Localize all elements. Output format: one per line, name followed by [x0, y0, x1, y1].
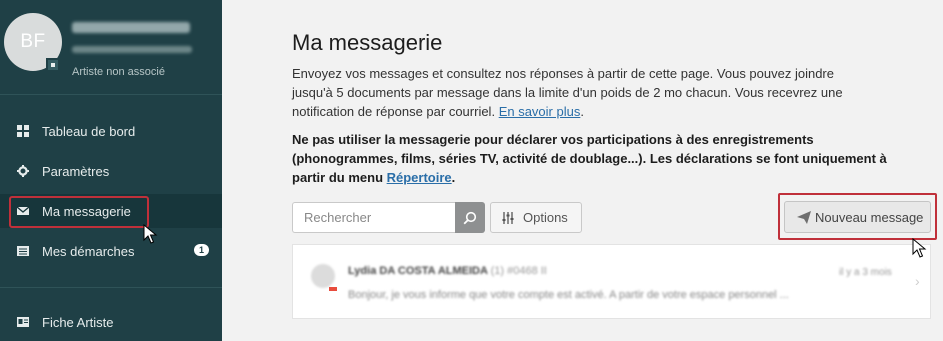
search-input[interactable] [292, 202, 455, 233]
sidebar-item-label: Mes démarches [42, 243, 135, 259]
search-icon [463, 211, 477, 224]
chevron-right-icon: › [915, 273, 920, 289]
profile-email-blurred [72, 46, 192, 53]
dashboard-icon [17, 125, 29, 137]
page-title: Ma messagerie [292, 30, 443, 55]
learn-more-link[interactable]: En savoir plus [499, 104, 581, 119]
gear-icon [17, 165, 29, 177]
profile-badge-icon [46, 58, 60, 72]
search-button[interactable] [455, 202, 485, 233]
mouse-cursor-icon [912, 238, 927, 258]
main-content: Ma messagerie Envoyez vos messages et co… [222, 0, 943, 341]
options-button[interactable]: Options [490, 202, 582, 233]
intro-end: . [580, 104, 584, 119]
message-list-item[interactable]: Lydia DA COSTA ALMEIDA (1) #0468 II il y… [292, 244, 931, 319]
warning-text: Ne pas utiliser la messagerie pour décla… [292, 132, 887, 185]
sidebar-item-dashboard[interactable]: Tableau de bord [0, 114, 222, 148]
repertoire-link[interactable]: Répertoire [387, 170, 452, 185]
search-group [292, 202, 485, 233]
new-message-label: Nouveau message [815, 209, 924, 225]
id-card-icon [17, 317, 29, 327]
message-sender: Lydia DA COSTA ALMEIDA (1) #0468 II [348, 265, 547, 277]
message-date: il y a 3 mois [839, 267, 892, 278]
list-icon [17, 246, 29, 256]
sidebar-item-label: Fiche Artiste [42, 314, 114, 330]
sidebar-item-label: Tableau de bord [42, 123, 136, 139]
new-message-button[interactable]: Nouveau message [784, 201, 931, 233]
warning-paragraph: Ne pas utiliser la messagerie pour décla… [292, 130, 922, 187]
profile-role: Artiste non associé [72, 66, 165, 78]
sidebar-item-procedures[interactable]: Mes démarches 1 [0, 234, 222, 268]
message-ref: (1) #0468 II [490, 265, 547, 277]
highlight-box-messaging [9, 196, 149, 228]
mouse-cursor-icon [143, 224, 158, 244]
profile-header: BF Artiste non associé [0, 0, 222, 95]
sidebar-item-artist-profile[interactable]: Fiche Artiste [0, 305, 222, 339]
count-badge: 1 [194, 244, 210, 256]
sidebar: BF Artiste non associé Tableau de bord P… [0, 0, 222, 341]
options-label: Options [523, 210, 568, 225]
warning-end: . [451, 170, 456, 185]
paper-plane-icon [797, 211, 811, 224]
unread-flag [329, 287, 337, 291]
sidebar-item-label: Paramètres [42, 163, 110, 179]
sidebar-divider [0, 287, 222, 288]
sender-avatar [311, 264, 335, 288]
message-preview: Bonjour, je vous informe que votre compt… [348, 289, 789, 301]
sliders-icon [502, 212, 514, 224]
profile-name-blurred [72, 22, 190, 33]
sender-name: Lydia DA COSTA ALMEIDA [348, 265, 488, 277]
sidebar-item-settings[interactable]: Paramètres [0, 154, 222, 188]
intro-paragraph: Envoyez vos messages et consultez nos ré… [292, 64, 852, 121]
